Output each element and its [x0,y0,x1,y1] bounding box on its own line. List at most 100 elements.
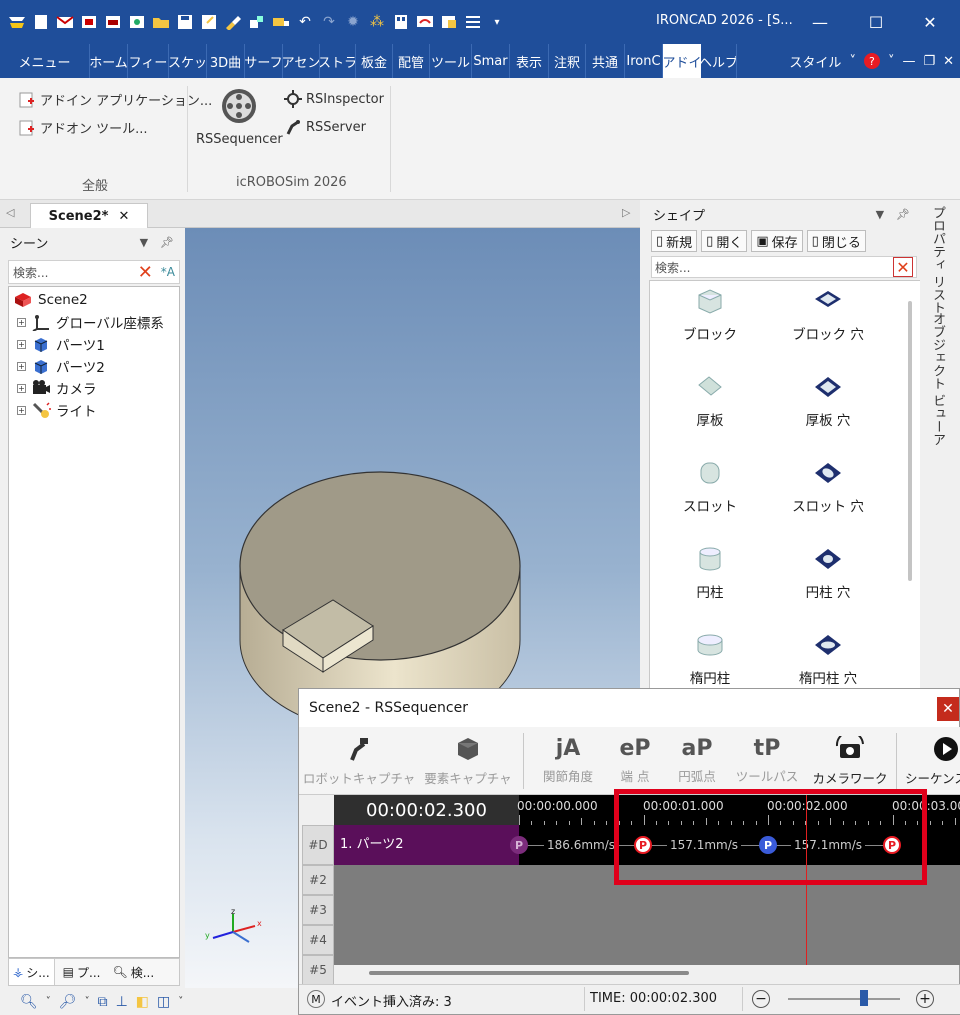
tab-annotation[interactable]: 注釈 [549,44,586,78]
pin-icon[interactable]: 📌︎ [896,208,910,221]
shape-plate-hole[interactable]: 厚板 穴 [768,373,888,429]
undo-icon[interactable]: ↶ [294,11,316,33]
clear-search-icon[interactable]: ✕ [138,262,153,283]
app-logo-icon[interactable] [6,11,28,33]
addon-tool-button[interactable]: アドオン ツール... [18,118,148,137]
view-icon[interactable]: ⧉ [98,994,108,1010]
shape-slot[interactable]: スロット [650,459,770,515]
more-icon[interactable]: ˅ [178,996,183,1007]
tree-item-camera[interactable]: + カメラ [9,377,179,399]
save-catalog-button[interactable]: ▣ 保存 [751,230,803,252]
tree-item-part1[interactable]: + パーツ1 [9,333,179,355]
render-icon[interactable]: ◧ [136,994,149,1010]
arc-point-button[interactable]: aP 円弧点 [665,727,729,795]
row-label[interactable]: #3 [302,895,334,925]
zoom-area-dropdown-icon[interactable]: ˅ [85,996,90,1007]
robot-capture-button[interactable]: ロボットキャプチャ [303,727,415,795]
timeline-horizontal-scrollbar[interactable] [369,971,689,975]
tab-assembly[interactable]: アセン [283,44,320,78]
chevron-right-icon[interactable]: ▷ [622,206,630,219]
shape-elliptic-cylinder[interactable]: 楕円柱 [650,631,770,687]
open-mail-icon[interactable] [54,11,76,33]
tab-ironcad[interactable]: IronC [625,44,663,78]
tab-3d-curve[interactable]: 3D曲 [207,44,245,78]
ribbon-minimize-icon[interactable]: — [902,54,915,69]
help-icon[interactable]: ? [863,53,880,69]
zoom-icon[interactable]: 🔍︎ [20,994,38,1010]
end-point-button[interactable]: eP 端 点 [605,727,665,795]
tree-item-part2[interactable]: + パーツ2 [9,355,179,377]
rsinspector-button[interactable]: RSInspector [284,90,384,108]
ribbon-close-icon[interactable]: ✕ [943,54,954,69]
tab-surface[interactable]: サーフ [245,44,283,78]
scene-icon[interactable] [126,11,148,33]
joint-angle-button[interactable]: jA 関節角度 [531,727,605,795]
cube-view-icon[interactable]: ◫ [157,994,170,1010]
row-label[interactable]: #4 [302,925,334,955]
part-icon[interactable] [246,11,268,33]
expand-icon[interactable]: + [17,405,26,415]
monitor-icon[interactable] [414,11,436,33]
expand-icon[interactable]: + [17,339,26,349]
open-catalog-button[interactable]: ▯ 開く [701,230,748,252]
zoom-slider-track[interactable] [788,998,900,1000]
close-catalog-button[interactable]: ▯ 閉じる [806,230,866,252]
shape-cylinder-hole[interactable]: 円柱 穴 [768,545,888,601]
shape-scrollbar[interactable] [908,301,912,581]
maximize-button[interactable]: ☐ [856,8,896,36]
tab-structure[interactable]: ストラ [320,44,356,78]
advanced-search-icon[interactable]: *A [161,265,175,279]
expand-icon[interactable]: + [17,361,26,371]
style-dropdown[interactable]: スタイル [789,52,841,71]
sequence-button[interactable]: シーケンス [905,727,960,795]
folder-icon[interactable] [150,11,172,33]
axis-icon[interactable]: ⊥ [116,994,128,1010]
scene-search-input[interactable]: 検索... ✕ *A [8,260,180,284]
tab-properties[interactable]: ▤ プ... [59,959,105,985]
tab-object-viewer[interactable]: オブジェクト ビューア [928,312,947,446]
pin-icon[interactable]: 📌︎ [160,236,174,249]
save-icon[interactable] [174,11,196,33]
tab-view[interactable]: 表示 [510,44,549,78]
list-icon[interactable] [462,11,484,33]
rsserver-button[interactable]: RSServer [284,118,366,136]
expand-icon[interactable]: + [17,383,26,393]
element-capture-button[interactable]: 要素キャプチャ [423,727,513,795]
tab-property-list[interactable]: プロパティ リスト [928,206,947,314]
tab-sketch[interactable]: スケッ [169,44,207,78]
mode-indicator[interactable]: M [307,990,325,1008]
export-icon[interactable] [78,11,100,33]
shape-block-hole[interactable]: ブロック 穴 [768,287,888,343]
tab-search[interactable]: 🔍︎ 検... [108,959,158,985]
shape-cylinder[interactable]: 円柱 [650,545,770,601]
close-window-button[interactable]: ✕ [910,8,950,36]
tab-piping[interactable]: 配管 [393,44,430,78]
keyframe-marker-start[interactable]: P [510,836,528,854]
rssequencer-button[interactable]: RSSequencer [196,86,283,147]
addin-application-button[interactable]: アドイン アプリケーション... [18,90,212,109]
camera-work-button[interactable]: カメラワーク [813,727,888,795]
gear-icon[interactable]: ✹ [342,11,364,33]
shape-slot-hole[interactable]: スロット 穴 [768,459,888,515]
ribbon-restore-icon[interactable]: ❐ [923,54,935,69]
paint-icon[interactable] [222,11,244,33]
row-label[interactable]: #5 [302,955,334,985]
panel-dropdown-icon[interactable]: ▼ [140,236,148,249]
tool-path-button[interactable]: tP ツールパス [733,727,801,795]
tree-item-global-coords[interactable]: + グローバル座標系 [9,311,179,333]
save-as-icon[interactable] [198,11,220,33]
tab-addin[interactable]: アドイ [663,44,701,78]
row-label[interactable]: #2 [302,865,334,895]
new-file-icon[interactable] [30,11,52,33]
close-icon[interactable]: ✕ [118,209,129,224]
zoom-dropdown-icon[interactable]: ˅ [46,996,51,1007]
tab-sheet-metal[interactable]: 板金 [356,44,393,78]
tab-help[interactable]: ヘルプ [701,44,737,78]
shape-search-input[interactable]: 検索... ✕ [651,256,917,278]
tab-common[interactable]: 共通 [586,44,625,78]
tree-item-light[interactable]: + ライト [9,399,179,421]
tab-home[interactable]: ホーム [90,44,128,78]
minimize-button[interactable]: — [800,8,840,36]
zoom-slider-thumb[interactable] [860,990,868,1006]
layout-icon[interactable] [390,11,412,33]
